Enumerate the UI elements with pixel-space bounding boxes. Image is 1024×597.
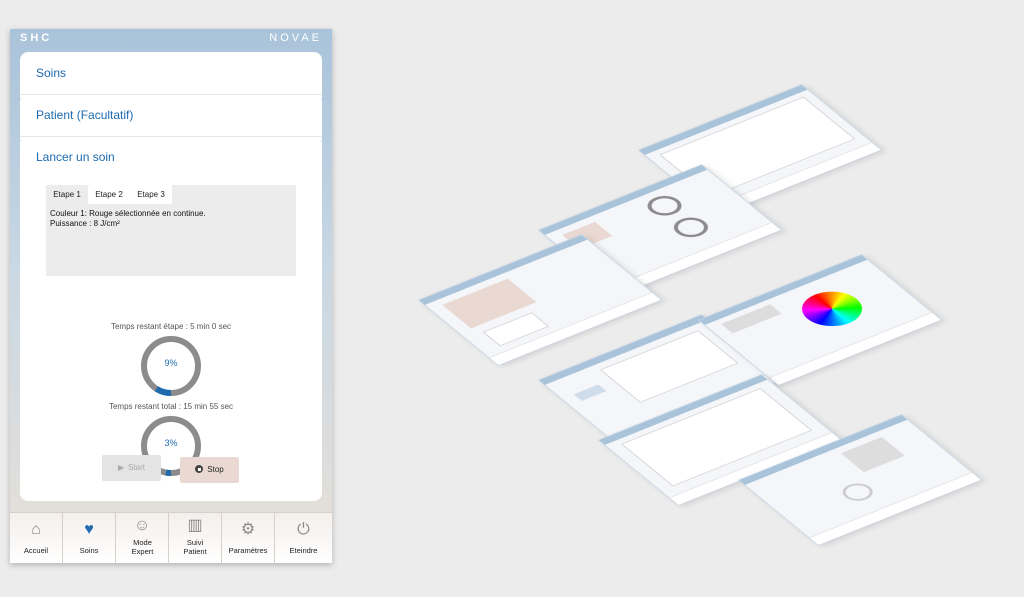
stop-button[interactable]: Stop <box>180 457 239 483</box>
total-time-label: Temps restant total : 15 min 55 sec <box>108 402 234 411</box>
nav-label: Mode Expert <box>131 538 154 556</box>
step-color-text: Couleur 1: Rouge sélectionnée en continu… <box>50 209 206 218</box>
power-icon: ⏻ <box>297 521 310 538</box>
tab-etape-3[interactable]: Etape 3 <box>130 185 172 204</box>
chart-icon: ▥ <box>187 517 203 534</box>
start-label: Start <box>128 463 146 472</box>
step-percent: 9% <box>164 358 178 368</box>
step-progress-ring: 9% <box>139 334 203 398</box>
start-button[interactable]: ▶ Start <box>102 455 161 481</box>
tab-etape-2[interactable]: Etape 2 <box>88 185 130 204</box>
nav-parametres[interactable]: ⚙ Paramètres <box>222 513 275 564</box>
accordion-lancer-soin: Lancer un soin Etape 1 Etape 2 Etape 3 C… <box>20 136 322 501</box>
tab-etape-1[interactable]: Etape 1 <box>46 185 88 204</box>
step-description: Couleur 1: Rouge sélectionnée en continu… <box>50 209 206 229</box>
accordion-patient-title: Patient (Facultatif) <box>36 108 134 122</box>
isometric-screens-collage <box>360 50 1010 570</box>
divider <box>20 94 322 95</box>
step-time-label: Temps restant étape : 5 min 0 sec <box>110 322 232 331</box>
expert-user-icon: ☺ <box>133 517 151 534</box>
nav-accueil[interactable]: ⌂ Accueil <box>10 513 63 564</box>
play-icon: ▶ <box>117 463 125 472</box>
nav-eteindre[interactable]: ⏻ Eteindre <box>275 513 332 564</box>
nav-label: Paramètres <box>228 546 268 555</box>
stop-label: Stop <box>207 465 224 474</box>
nav-label: Suivi Patient <box>183 538 207 556</box>
nav-suivi-patient[interactable]: ▥ Suivi Patient <box>169 513 222 564</box>
brand-logo-right: NOVAE <box>269 32 322 44</box>
app-screen: SHC NOVAE Soins Patient (Facultatif) Lan… <box>10 29 332 564</box>
bottom-nav: ⌂ Accueil ♥ Soins ☺ Mode Expert ▥ Suivi … <box>10 512 332 564</box>
heart-pulse-icon: ♥ <box>84 521 94 538</box>
nav-label: Soins <box>79 546 99 555</box>
accordion-soins-title: Soins <box>36 66 67 80</box>
top-bar: SHC NOVAE <box>10 29 332 46</box>
gears-icon: ⚙ <box>240 521 256 538</box>
brand-logo-left: SHC <box>20 32 53 44</box>
nav-soins[interactable]: ♥ Soins <box>63 513 116 564</box>
home-icon: ⌂ <box>31 521 41 538</box>
nav-label: Accueil <box>23 546 49 555</box>
accordion-lancer-title[interactable]: Lancer un soin <box>36 150 115 164</box>
nav-label: Eteindre <box>289 546 318 555</box>
step-power-text: Puissance : 8 J/cm² <box>50 219 120 228</box>
divider <box>20 136 322 137</box>
total-percent: 3% <box>164 438 178 448</box>
stop-icon <box>195 465 204 473</box>
nav-mode-expert[interactable]: ☺ Mode Expert <box>116 513 169 564</box>
steps-panel: Etape 1 Etape 2 Etape 3 Couleur 1: Rouge… <box>46 185 296 276</box>
